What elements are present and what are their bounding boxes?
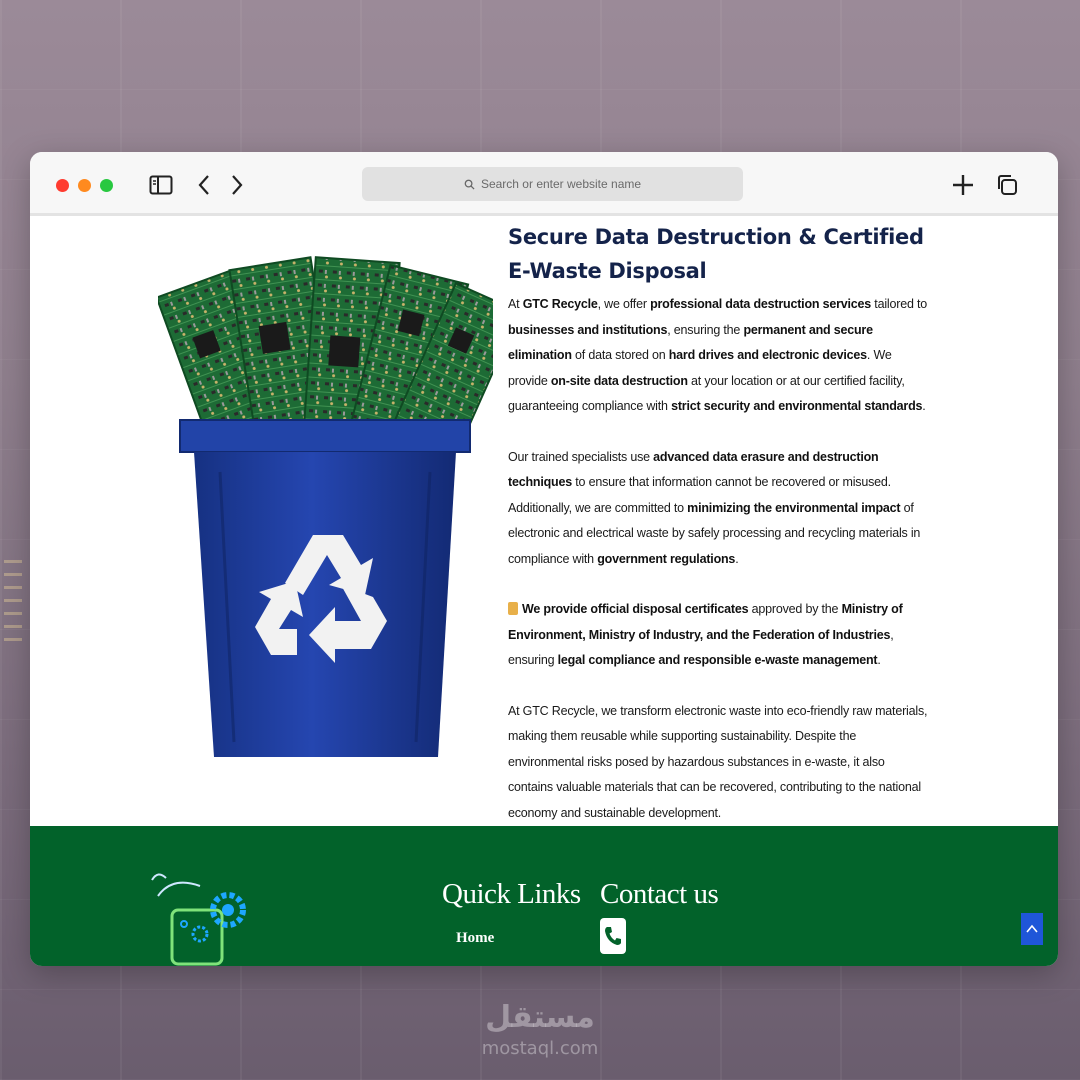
emphasis-text: hard drives and electronic devices bbox=[668, 348, 867, 362]
scroll-emoji-icon bbox=[508, 602, 518, 615]
emphasis-text: government regulations bbox=[597, 551, 736, 566]
background-lights bbox=[0, 560, 28, 760]
page-content: Secure Data Destruction & Certified E-Wa… bbox=[30, 216, 1058, 826]
search-icon bbox=[464, 179, 475, 190]
footer-link-home[interactable]: Home bbox=[456, 930, 494, 947]
emphasis-text: professional data destruction services bbox=[650, 297, 872, 311]
watermark-url: mostaql.com bbox=[481, 1038, 599, 1059]
site-footer: Quick Links Home Contact us bbox=[30, 826, 1058, 966]
emphasis-text: on-site data destruction bbox=[550, 373, 688, 388]
article-paragraph-2: Our trained specialists use advanced dat… bbox=[508, 449, 921, 566]
forward-chevron-icon[interactable] bbox=[224, 172, 250, 198]
back-chevron-icon[interactable] bbox=[191, 172, 217, 198]
watermark-arabic: مستقل bbox=[485, 1000, 595, 1035]
emphasis-text: GTC Recycle bbox=[522, 297, 598, 311]
scroll-to-top-button[interactable] bbox=[1021, 913, 1043, 945]
article-paragraph-4: At GTC Recycle, we transform electronic … bbox=[508, 703, 928, 820]
emphasis-text: minimizing the environmental impact bbox=[687, 500, 901, 515]
browser-window: Search or enter website name Secure Data… bbox=[30, 152, 1058, 966]
phone-icon[interactable] bbox=[600, 918, 626, 954]
ewaste-recycling-bin-image bbox=[158, 256, 493, 757]
address-bar[interactable]: Search or enter website name bbox=[362, 167, 743, 201]
article-paragraph-3-text: We provide official disposal certificate… bbox=[508, 602, 903, 667]
new-tab-plus-icon[interactable] bbox=[950, 172, 976, 198]
article-paragraph-1: At GTC Recycle, we offer professional da… bbox=[508, 297, 927, 413]
maximize-window-button[interactable] bbox=[100, 179, 113, 192]
footer-logo-gear-icon bbox=[151, 873, 246, 966]
contact-heading: Contact us bbox=[600, 878, 719, 910]
emphasis-text: legal compliance and responsible e-waste… bbox=[557, 653, 878, 667]
minimize-window-button[interactable] bbox=[78, 179, 91, 192]
emphasis-text: advanced data erasure and destruction te… bbox=[508, 449, 879, 490]
tabs-overview-icon[interactable] bbox=[994, 172, 1020, 198]
emphasis-text: strict security and environmental standa… bbox=[671, 399, 923, 413]
browser-toolbar: Search or enter website name bbox=[30, 152, 1058, 216]
emphasis-text: We provide official disposal certificate… bbox=[522, 602, 749, 616]
chevron-up-icon bbox=[1026, 924, 1038, 933]
quick-links-heading: Quick Links bbox=[442, 878, 581, 910]
sidebar-toggle-icon[interactable] bbox=[148, 172, 174, 198]
article: Secure Data Destruction & Certified E-Wa… bbox=[508, 220, 928, 851]
article-title: Secure Data Destruction & Certified E-Wa… bbox=[508, 225, 924, 283]
emphasis-text: businesses and institutions bbox=[508, 322, 668, 337]
close-window-button[interactable] bbox=[56, 179, 69, 192]
address-bar-placeholder: Search or enter website name bbox=[480, 177, 642, 191]
article-paragraph-3: We provide official disposal certificate… bbox=[508, 597, 928, 674]
